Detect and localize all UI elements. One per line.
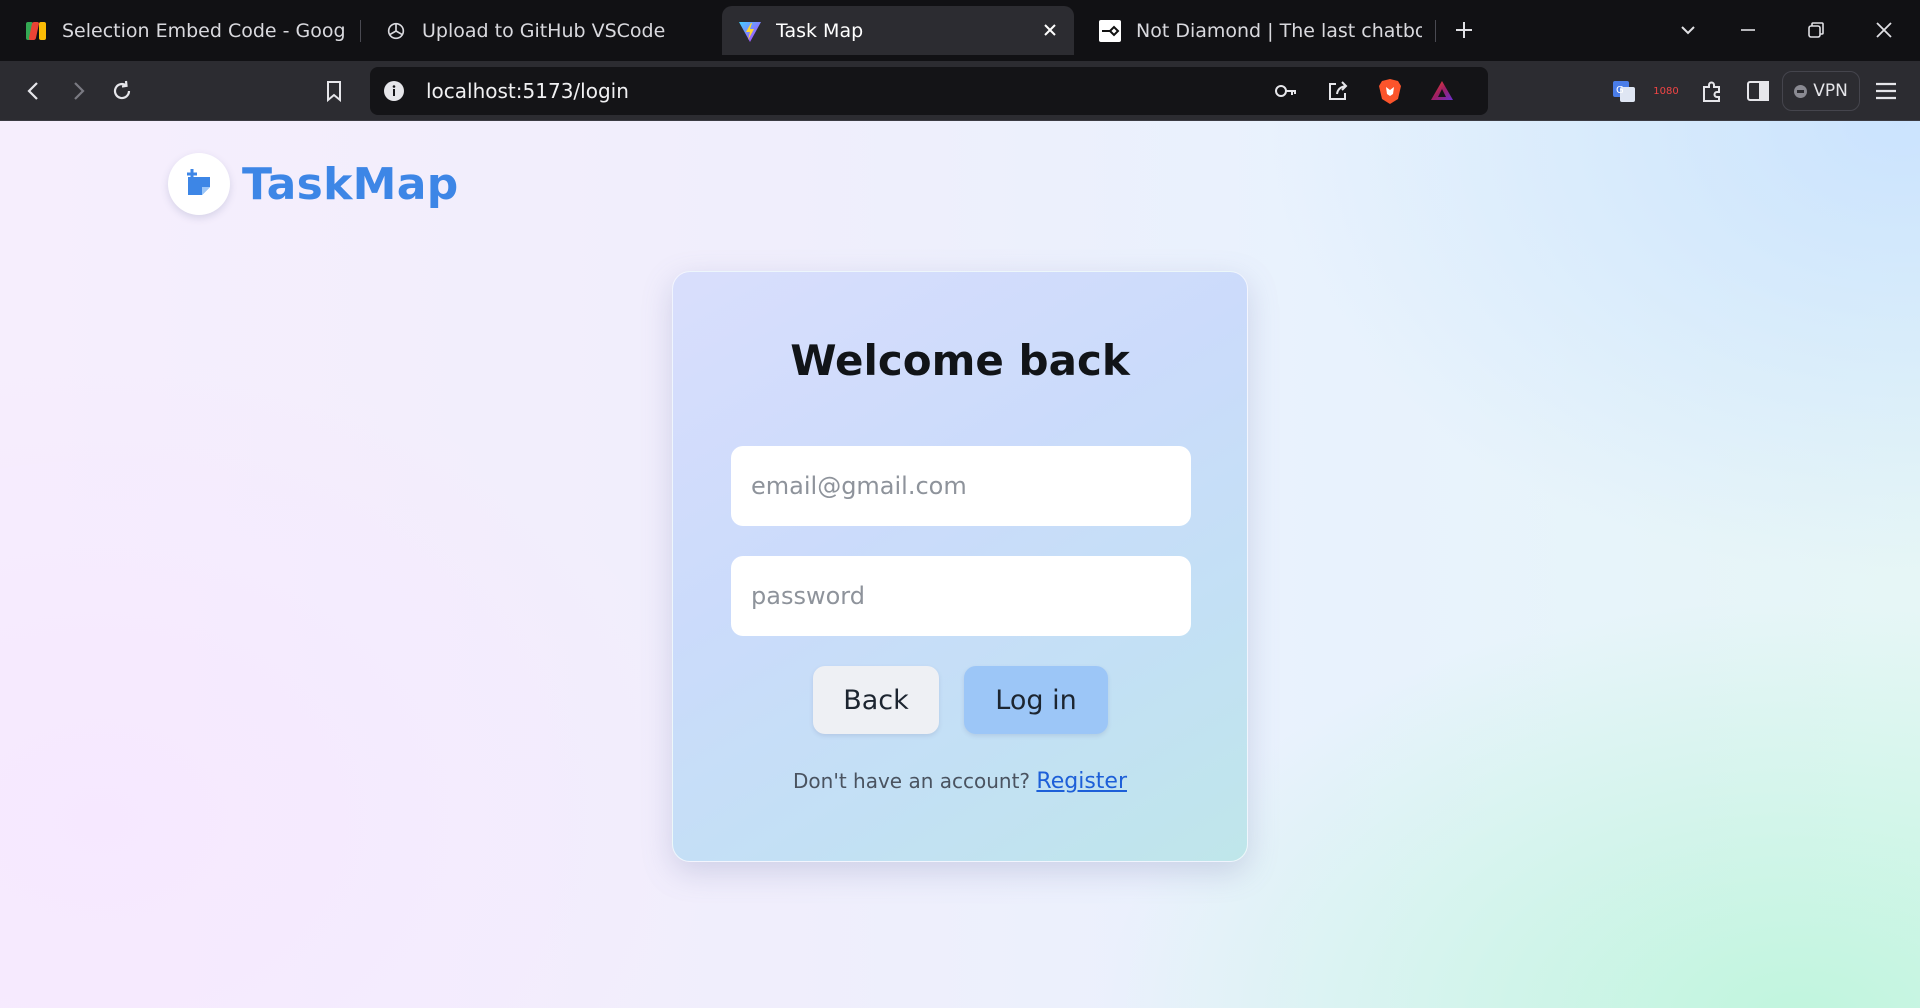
- login-card: Welcome back Back Log in Don't have an a…: [672, 271, 1248, 862]
- address-bar[interactable]: localhost:5173/login: [370, 67, 1488, 115]
- vpn-label: VPN: [1813, 81, 1848, 101]
- page-viewport: TaskMap Welcome back Back Log in Don't h…: [0, 121, 1920, 1008]
- sidebar-toggle-icon[interactable]: [1738, 71, 1778, 111]
- forward-icon[interactable]: [58, 71, 98, 111]
- brave-rewards-icon[interactable]: [1426, 75, 1458, 107]
- back-icon[interactable]: [14, 71, 54, 111]
- email-field[interactable]: [731, 446, 1191, 526]
- tab-title: Upload to GitHub VSCode: [422, 19, 666, 42]
- resolution-extension-icon[interactable]: 1080: [1646, 71, 1686, 111]
- restore-window-icon[interactable]: [1796, 10, 1836, 50]
- tab-title: Selection Embed Code - Google For: [62, 19, 344, 42]
- close-window-icon[interactable]: [1864, 10, 1904, 50]
- tab-task-map[interactable]: Task Map: [722, 6, 1074, 55]
- url-text: localhost:5173/login: [426, 79, 629, 103]
- tab-not-diamond[interactable]: Not Diamond | The last chatbot you: [1082, 6, 1422, 55]
- app-logo[interactable]: TaskMap: [168, 153, 459, 215]
- brand-name: TaskMap: [242, 158, 459, 210]
- chatgpt-icon: [384, 19, 408, 43]
- extensions-puzzle-icon[interactable]: [1692, 71, 1732, 111]
- translate-icon[interactable]: G: [1604, 71, 1644, 111]
- login-button[interactable]: Log in: [964, 666, 1108, 734]
- vpn-status-icon: [1794, 84, 1808, 98]
- notdiamond-icon: [1098, 19, 1122, 43]
- svg-text:G: G: [1616, 85, 1624, 96]
- register-link[interactable]: Register: [1036, 769, 1127, 794]
- password-key-icon[interactable]: [1270, 75, 1302, 107]
- register-prompt: Don't have an account?: [793, 769, 1031, 793]
- tab-separator: [1435, 20, 1436, 42]
- extension-badge: 1080: [1653, 85, 1679, 97]
- close-tab-icon[interactable]: [1040, 20, 1060, 40]
- taskmap-logo-icon: [168, 153, 230, 215]
- tab-separator: [360, 20, 361, 42]
- vpn-button[interactable]: VPN: [1782, 71, 1860, 111]
- bookmark-icon[interactable]: [314, 71, 354, 111]
- password-field[interactable]: [731, 556, 1191, 636]
- browser-tab-strip: Selection Embed Code - Google For Upload…: [0, 0, 1920, 61]
- tab-google-forms[interactable]: Selection Embed Code - Google For: [8, 6, 344, 55]
- browser-toolbar: localhost:5173/login G 1080 VPN: [0, 61, 1920, 121]
- google-forms-icon: [24, 19, 48, 43]
- register-prompt-line: Don't have an account? Register: [673, 769, 1247, 794]
- menu-hamburger-icon[interactable]: [1866, 71, 1906, 111]
- tab-title: Not Diamond | The last chatbot you: [1136, 19, 1422, 42]
- back-button[interactable]: Back: [813, 666, 939, 734]
- vite-icon: [738, 19, 762, 43]
- tab-title: Task Map: [776, 19, 864, 42]
- new-tab-button[interactable]: [1444, 10, 1484, 50]
- share-icon[interactable]: [1322, 75, 1354, 107]
- site-info-icon[interactable]: [378, 75, 410, 107]
- tab-upload-github[interactable]: Upload to GitHub VSCode: [368, 6, 704, 55]
- login-title: Welcome back: [790, 336, 1130, 385]
- brave-shields-icon[interactable]: [1374, 75, 1406, 107]
- minimize-window-icon[interactable]: [1728, 10, 1768, 50]
- tab-search-chevron-icon[interactable]: [1668, 10, 1708, 50]
- reload-icon[interactable]: [102, 71, 142, 111]
